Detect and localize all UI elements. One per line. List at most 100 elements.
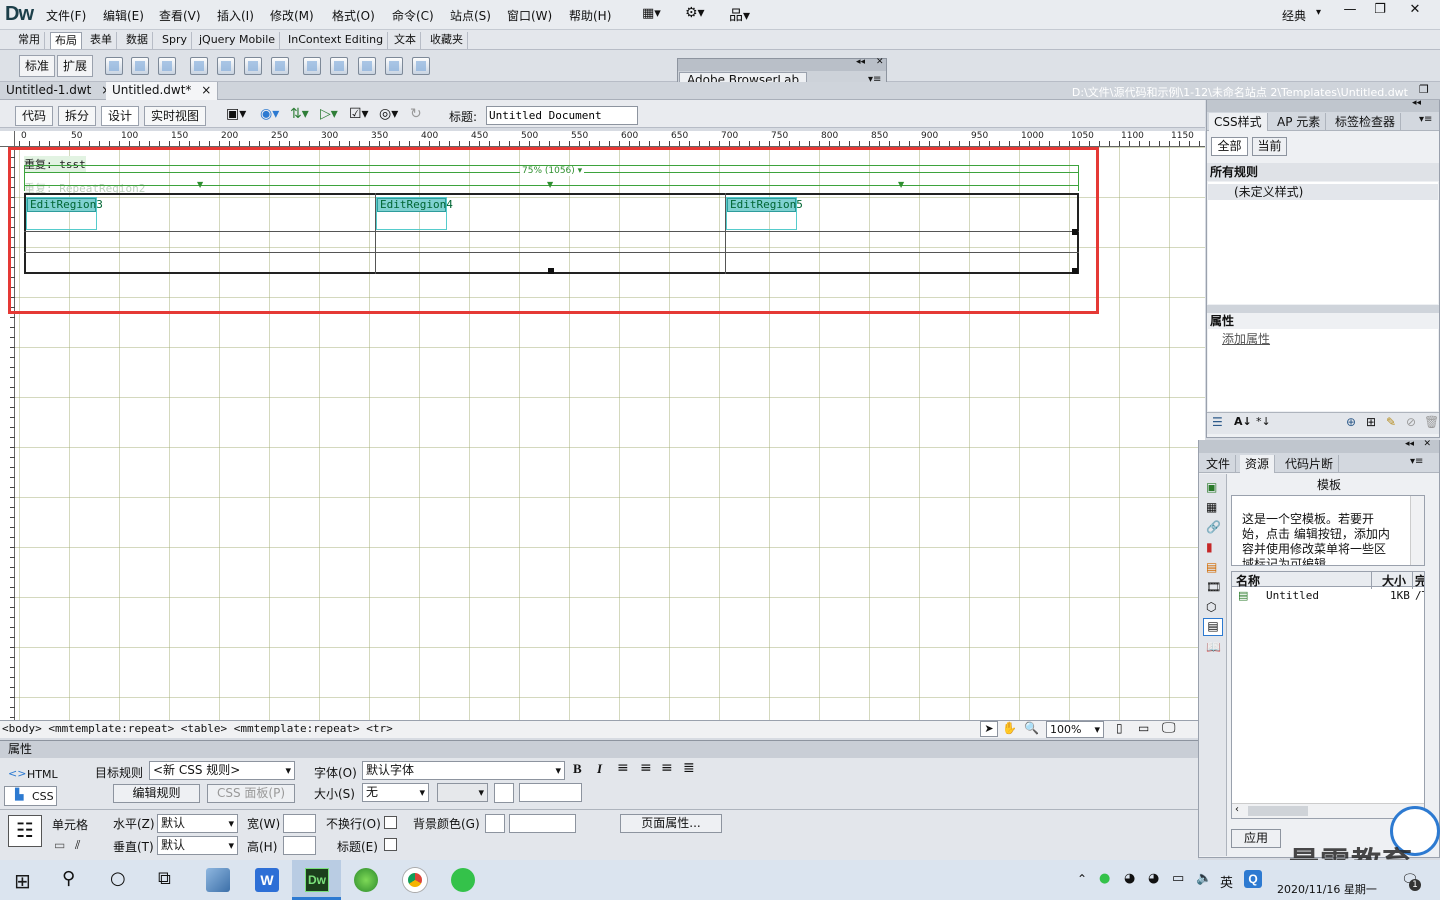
insert-tab-favorites[interactable]: 收藏夹	[426, 32, 468, 49]
menu-window[interactable]: 窗口(W)	[507, 7, 552, 24]
insert-row-above-icon[interactable]	[330, 57, 348, 75]
collapse-icon[interactable]: ◂◂	[1405, 439, 1414, 449]
start-icon[interactable]: ⊞	[14, 869, 31, 893]
tag-path[interactable]: <body> <mmtemplate:repeat> <table> <mmte…	[2, 722, 393, 735]
panel-menu-icon[interactable]: ▾≡	[1419, 114, 1432, 125]
split-view-button[interactable]: 拆分	[58, 106, 97, 126]
font-select[interactable]: 默认字体	[362, 761, 565, 780]
network-icon[interactable]: ▭	[1172, 871, 1184, 886]
menu-view[interactable]: 查看(V)	[159, 7, 201, 24]
insert-tab-jquery-mobile[interactable]: jQuery Mobile	[195, 32, 281, 49]
shockwave-icon[interactable]: ▤	[1206, 560, 1217, 574]
expanded-mode-button[interactable]: 扩展	[57, 55, 94, 77]
input-method-icon[interactable]: Q	[1244, 870, 1262, 888]
horizontal-select[interactable]: 默认	[157, 814, 238, 833]
resize-handle[interactable]	[548, 268, 554, 274]
tab-ap-elements[interactable]: AP 元素	[1272, 113, 1327, 131]
collapse-icon[interactable]: ◂◂	[856, 57, 865, 67]
menu-insert[interactable]: 插入(I)	[217, 7, 254, 24]
clock-date[interactable]: 2020/11/16 星期一	[1277, 881, 1377, 897]
file-transfer-icon[interactable]: ⇅▾	[290, 106, 309, 122]
chevron-down-icon[interactable]: ▼	[197, 180, 203, 189]
edit-rule-icon[interactable]: ✎	[1386, 415, 1396, 429]
spry-collapsible-icon[interactable]	[271, 57, 289, 75]
images-icon[interactable]: ▣	[1206, 480, 1217, 494]
zoom-select[interactable]: 100%	[1046, 721, 1104, 738]
div-icon[interactable]	[105, 57, 123, 75]
css-panel-button[interactable]: CSS 面板(P)	[207, 784, 295, 803]
apply-button[interactable]: 应用	[1231, 829, 1281, 848]
current-mode-button[interactable]: 当前	[1252, 137, 1287, 156]
menu-file[interactable]: 文件(F)	[46, 7, 86, 24]
chevron-down-icon[interactable]: ▼	[547, 180, 553, 189]
split-cells-icon[interactable]: ⫽	[75, 838, 80, 853]
close-icon[interactable]: ✕	[876, 57, 884, 67]
menu-edit[interactable]: 编辑(E)	[103, 7, 144, 24]
hand-icon[interactable]: ✋	[1002, 721, 1017, 735]
align-left-icon[interactable]: ≡	[617, 760, 629, 776]
edit-region[interactable]: EditRegion4	[376, 197, 453, 230]
spry-tabbed-icon[interactable]	[217, 57, 235, 75]
menu-site[interactable]: 站点(S)	[450, 7, 491, 24]
watermelon-app-icon[interactable]	[354, 868, 378, 892]
list-item[interactable]: ▤ Untitled 1KB /T	[1232, 589, 1424, 604]
doc-tab-untitled-1[interactable]: Untitled-1.dwt ×	[0, 82, 119, 100]
site-icon[interactable]: 品▾	[729, 5, 750, 25]
notepad-icon[interactable]	[206, 868, 230, 892]
trash-icon[interactable]: 🗑	[1424, 415, 1439, 429]
rules-list[interactable]	[1208, 182, 1438, 304]
visual-aids-icon[interactable]: ◎▾	[379, 106, 398, 122]
italic-button[interactable]: I	[597, 761, 602, 777]
column-size[interactable]: 大小	[1371, 572, 1411, 589]
chevron-down-icon[interactable]: ▼	[898, 180, 904, 189]
menu-help[interactable]: 帮助(H)	[569, 7, 611, 24]
tab-tag-inspector[interactable]: 标签检查器	[1330, 113, 1402, 131]
all-mode-button[interactable]: 全部	[1211, 137, 1248, 156]
urls-icon[interactable]: 🔗	[1206, 520, 1221, 534]
insert-row-below-icon[interactable]	[358, 57, 376, 75]
disable-icon[interactable]: ⊘	[1406, 415, 1416, 429]
table-icon[interactable]	[303, 57, 321, 75]
tablet-size-icon[interactable]: ▭	[1138, 721, 1149, 735]
library-icon[interactable]: 📖	[1206, 640, 1221, 654]
insert-tab-layout[interactable]: 布局	[50, 32, 82, 49]
minimize-button[interactable]: —	[1335, 0, 1365, 20]
tab-css-styles[interactable]: CSS样式	[1209, 113, 1268, 131]
bg-color-swatch[interactable]	[485, 814, 505, 833]
chevron-left-icon[interactable]: ‹	[1235, 804, 1239, 815]
spry-accordion-icon[interactable]	[244, 57, 262, 75]
live-code-icon[interactable]: ▷▾	[320, 106, 338, 122]
scripts-icon[interactable]: ⬡	[1206, 600, 1216, 614]
pointer-icon[interactable]: ➤	[980, 721, 998, 737]
edit-region[interactable]: EditRegion5	[726, 197, 803, 230]
chrome-icon[interactable]	[403, 868, 427, 892]
check-page-icon[interactable]: ☑▾	[349, 106, 369, 122]
align-right-icon[interactable]: ≡	[661, 760, 673, 776]
restore-button[interactable]: ❐	[1365, 0, 1395, 20]
wechat-icon[interactable]	[451, 868, 475, 892]
wps-icon[interactable]: W	[255, 868, 279, 892]
scrollbar[interactable]	[1410, 496, 1424, 565]
new-rule-icon[interactable]: ⊞	[1366, 415, 1376, 429]
css-mode-button[interactable]: ▙ CSS	[4, 786, 57, 806]
restore-doc-icon[interactable]: ❐	[1419, 83, 1429, 96]
ap-div-icon[interactable]	[131, 57, 149, 75]
column-name[interactable]: 名称	[1236, 572, 1260, 589]
menu-format[interactable]: 格式(O)	[332, 7, 375, 24]
refresh-icon[interactable]: ↻	[410, 106, 422, 122]
qq-tray-icon[interactable]: ◕	[1124, 871, 1135, 886]
templates-list[interactable]	[1231, 571, 1425, 819]
fluid-grid-icon[interactable]	[158, 57, 176, 75]
menu-modify[interactable]: 修改(M)	[270, 7, 314, 24]
size-select[interactable]: 无	[362, 783, 429, 802]
add-property-link[interactable]: 添加属性	[1222, 330, 1270, 347]
merge-cells-icon[interactable]: ▭	[54, 838, 65, 852]
volume-icon[interactable]: 🔈	[1196, 871, 1212, 886]
movies-icon[interactable]: 🎞	[1206, 580, 1221, 594]
menu-commands[interactable]: 命令(C)	[392, 7, 434, 24]
size-unit-select[interactable]	[437, 783, 488, 802]
qq-tray-icon[interactable]: ◕	[1148, 871, 1159, 886]
bg-color-input[interactable]	[509, 814, 576, 833]
tab-snippets[interactable]: 代码片断	[1280, 455, 1340, 473]
live-view-button[interactable]: 实时视图	[144, 106, 207, 126]
